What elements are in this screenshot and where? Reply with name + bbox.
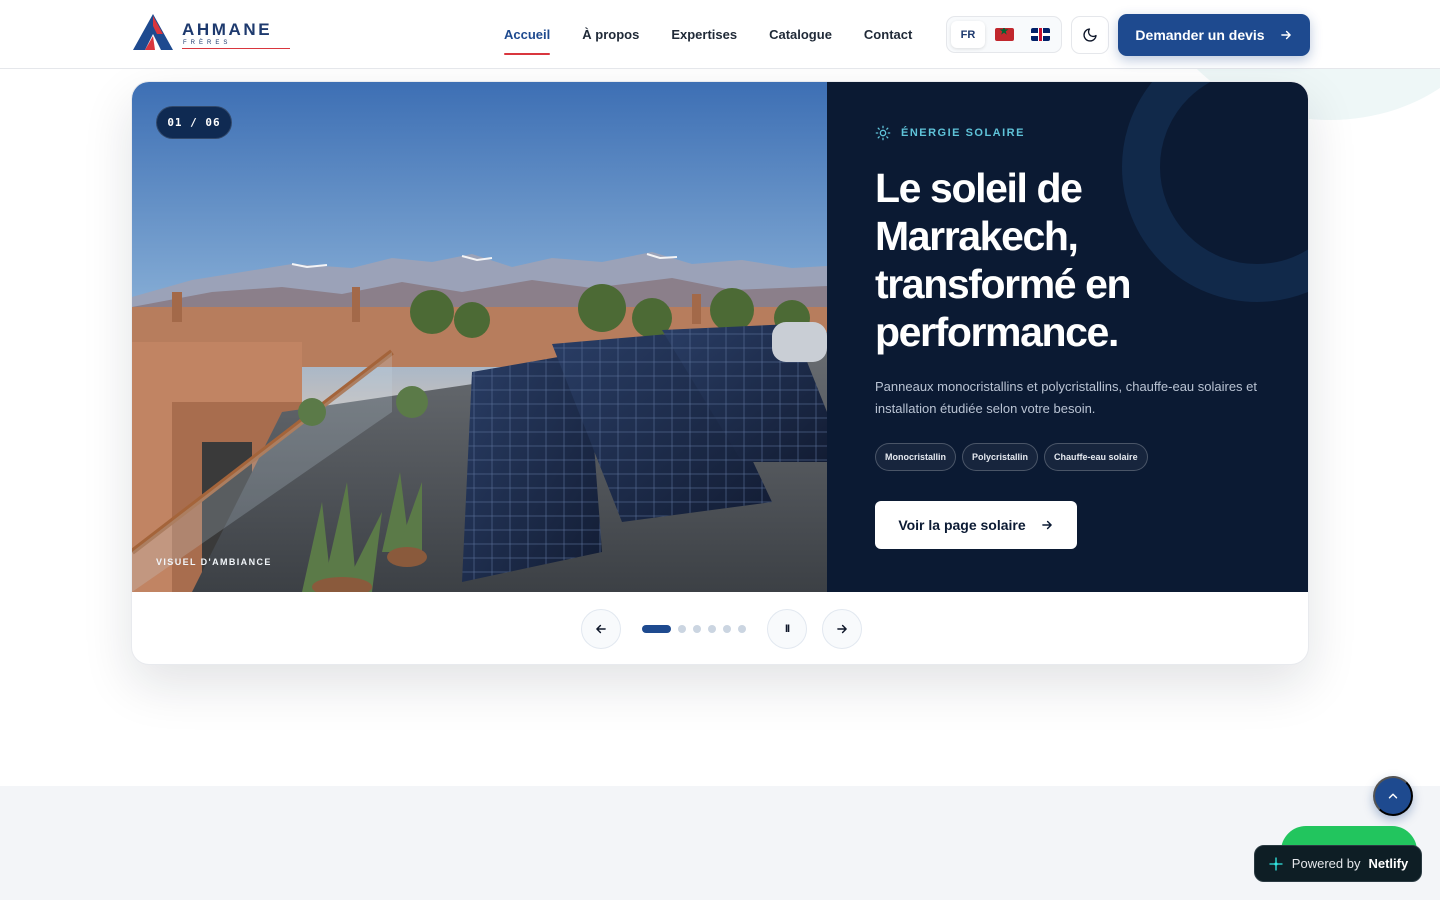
- slide-dot-6[interactable]: [738, 625, 746, 633]
- main-nav: Accueil À propos Expertises Catalogue Co…: [504, 0, 912, 69]
- hero-eyebrow-label: ÉNERGIE SOLAIRE: [901, 127, 1025, 139]
- theme-toggle-button[interactable]: [1071, 16, 1109, 54]
- solar-rooftop-illustration: [132, 82, 827, 592]
- slide-dots: [642, 625, 746, 633]
- lang-en-button[interactable]: [1023, 21, 1057, 48]
- arrow-right-icon: [1041, 520, 1052, 530]
- arrow-left-icon: [596, 624, 606, 634]
- chevron-up-icon: [1388, 793, 1398, 799]
- uk-flag-icon: [1030, 28, 1050, 41]
- nav-link-accueil[interactable]: Accueil: [504, 0, 551, 69]
- arrow-right-icon: [1280, 30, 1291, 40]
- netlify-icon: [1269, 856, 1283, 871]
- netlify-prefix: Powered by: [1291, 856, 1361, 871]
- hero-eyebrow: ÉNERGIE SOLAIRE: [875, 125, 1025, 141]
- hero-content-panel: ÉNERGIE SOLAIRE Le soleil de Marrakech, …: [827, 82, 1308, 592]
- brand-underline: [182, 48, 290, 49]
- brand-subtitle: FRÈRES: [183, 40, 232, 46]
- netlify-brand: Netlify: [1368, 856, 1409, 871]
- lang-fr-button[interactable]: FR: [951, 21, 985, 48]
- language-switcher: FR: [946, 16, 1062, 53]
- nav-link-contact[interactable]: Contact: [864, 0, 912, 69]
- slide-dot-2[interactable]: [678, 625, 686, 633]
- request-quote-button[interactable]: Demander un devis: [1118, 14, 1310, 56]
- slide-dot-1[interactable]: [642, 625, 671, 633]
- slider-controls: II: [132, 592, 1308, 664]
- nav-link-expertises[interactable]: Expertises: [671, 0, 737, 69]
- moon-icon: [1083, 28, 1097, 42]
- prev-slide-button[interactable]: [581, 609, 621, 649]
- slide-dot-4[interactable]: [708, 625, 716, 633]
- tag-monocristallin: Monocristallin: [875, 443, 957, 471]
- hero-tags: Monocristallin Polycristallin Chauffe-ea…: [875, 443, 1148, 471]
- hero-slider: 01 / 06 VISUEL D'AMBIANCE ÉNERGIE SOLAIR…: [131, 81, 1309, 665]
- nav-link-a-propos[interactable]: À propos: [582, 0, 639, 69]
- sun-icon: [875, 125, 891, 141]
- hero-description: Panneaux monocristallins et polycristall…: [875, 379, 1258, 416]
- hero-title: Le soleil de Marrakech, transformé en pe…: [875, 165, 1132, 355]
- morocco-flag-icon: [994, 28, 1014, 41]
- hero-image-solar-rooftop: 01 / 06 VISUEL D'AMBIANCE: [132, 82, 827, 592]
- logo-mark-icon: [133, 14, 173, 50]
- pause-icon: II: [784, 623, 790, 635]
- lang-ar-button[interactable]: [987, 21, 1021, 48]
- image-caption: VISUEL D'AMBIANCE: [156, 557, 272, 567]
- scroll-to-top-button[interactable]: [1373, 776, 1413, 816]
- tag-chauffe-eau: Chauffe-eau solaire: [1044, 443, 1148, 471]
- brand-name: AHMANE: [182, 20, 273, 39]
- brand-logo[interactable]: AHMANE FRÈRES: [133, 14, 293, 54]
- arrow-right-icon: [837, 624, 847, 634]
- netlify-badge[interactable]: Powered by Netlify: [1254, 845, 1422, 882]
- slide-dot-5[interactable]: [723, 625, 731, 633]
- pause-slider-button[interactable]: II: [767, 609, 807, 649]
- tag-polycristallin: Polycristallin: [962, 443, 1039, 471]
- next-slide-button[interactable]: [822, 609, 862, 649]
- slide-counter: 01 / 06: [156, 106, 232, 139]
- site-header: AHMANE FRÈRES Accueil À propos Expertise…: [0, 0, 1440, 69]
- slide-dot-3[interactable]: [693, 625, 701, 633]
- nav-link-catalogue[interactable]: Catalogue: [769, 0, 832, 69]
- next-section-band: [0, 786, 1440, 900]
- request-quote-label: Demander un devis: [1135, 27, 1265, 43]
- solar-page-label: Voir la page solaire: [898, 517, 1026, 533]
- solar-page-button[interactable]: Voir la page solaire: [875, 501, 1077, 549]
